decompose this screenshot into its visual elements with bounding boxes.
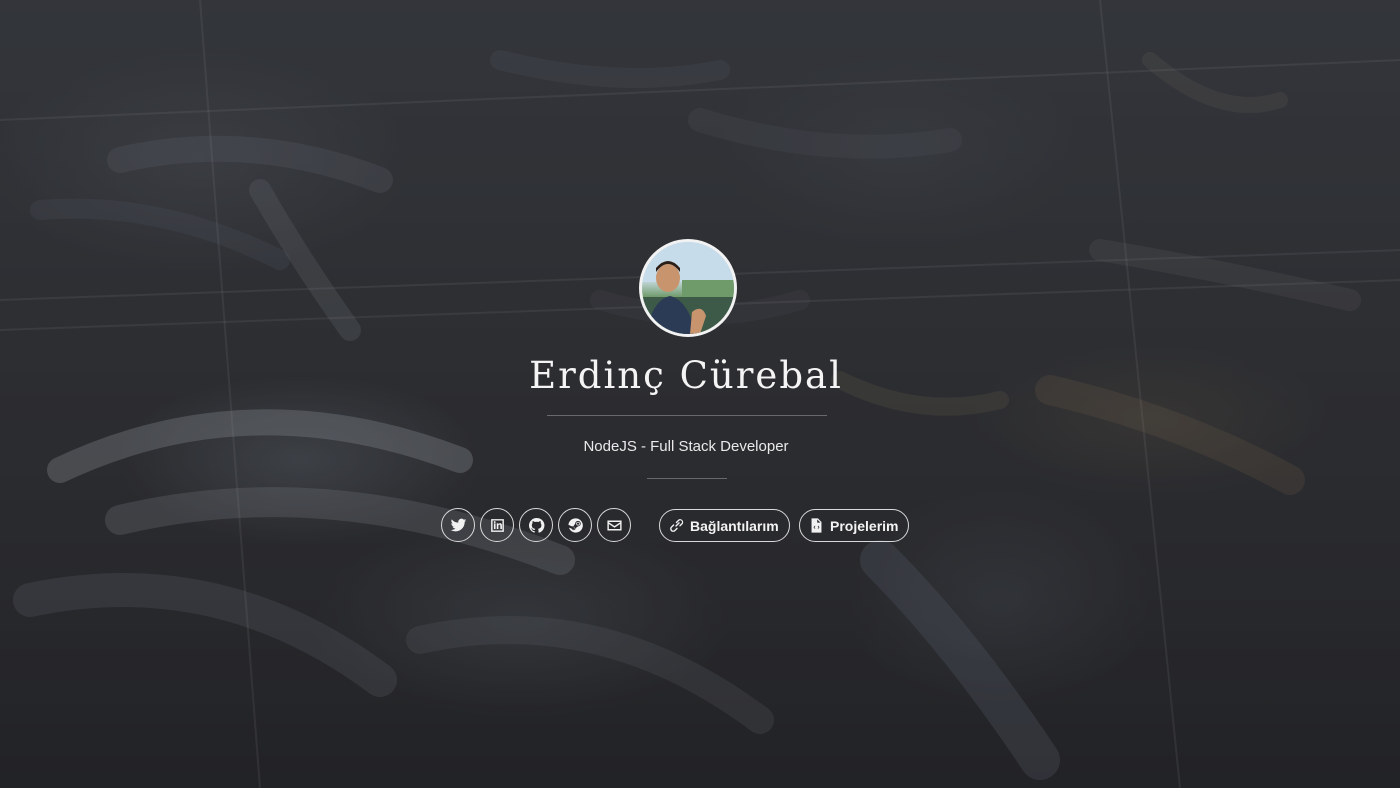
profile-name: Erdinç Cürebal	[529, 354, 843, 397]
linkedin-icon	[490, 518, 504, 532]
divider-short	[647, 478, 727, 479]
twitter-button[interactable]	[441, 508, 475, 542]
projects-label: Projelerim	[830, 517, 899, 534]
projects-button[interactable]: Projelerim	[799, 509, 910, 542]
github-icon	[528, 517, 544, 533]
twitter-icon	[450, 518, 466, 531]
github-button[interactable]	[519, 508, 553, 542]
connections-button[interactable]: Bağlantılarım	[659, 509, 790, 542]
avatar	[639, 239, 737, 337]
connections-label: Bağlantılarım	[690, 517, 779, 534]
avatar-photo	[642, 242, 734, 334]
steam-icon	[567, 517, 583, 533]
divider	[547, 415, 827, 416]
profile-tagline: NodeJS - Full Stack Developer	[583, 438, 789, 455]
link-icon	[670, 519, 684, 532]
file-code-icon	[811, 518, 822, 533]
envelope-icon	[606, 520, 622, 530]
steam-button[interactable]	[558, 508, 592, 542]
profile-card: Erdinç Cürebal NodeJS - Full Stack Devel…	[0, 0, 1400, 788]
linkedin-button[interactable]	[480, 508, 514, 542]
email-button[interactable]	[597, 508, 631, 542]
